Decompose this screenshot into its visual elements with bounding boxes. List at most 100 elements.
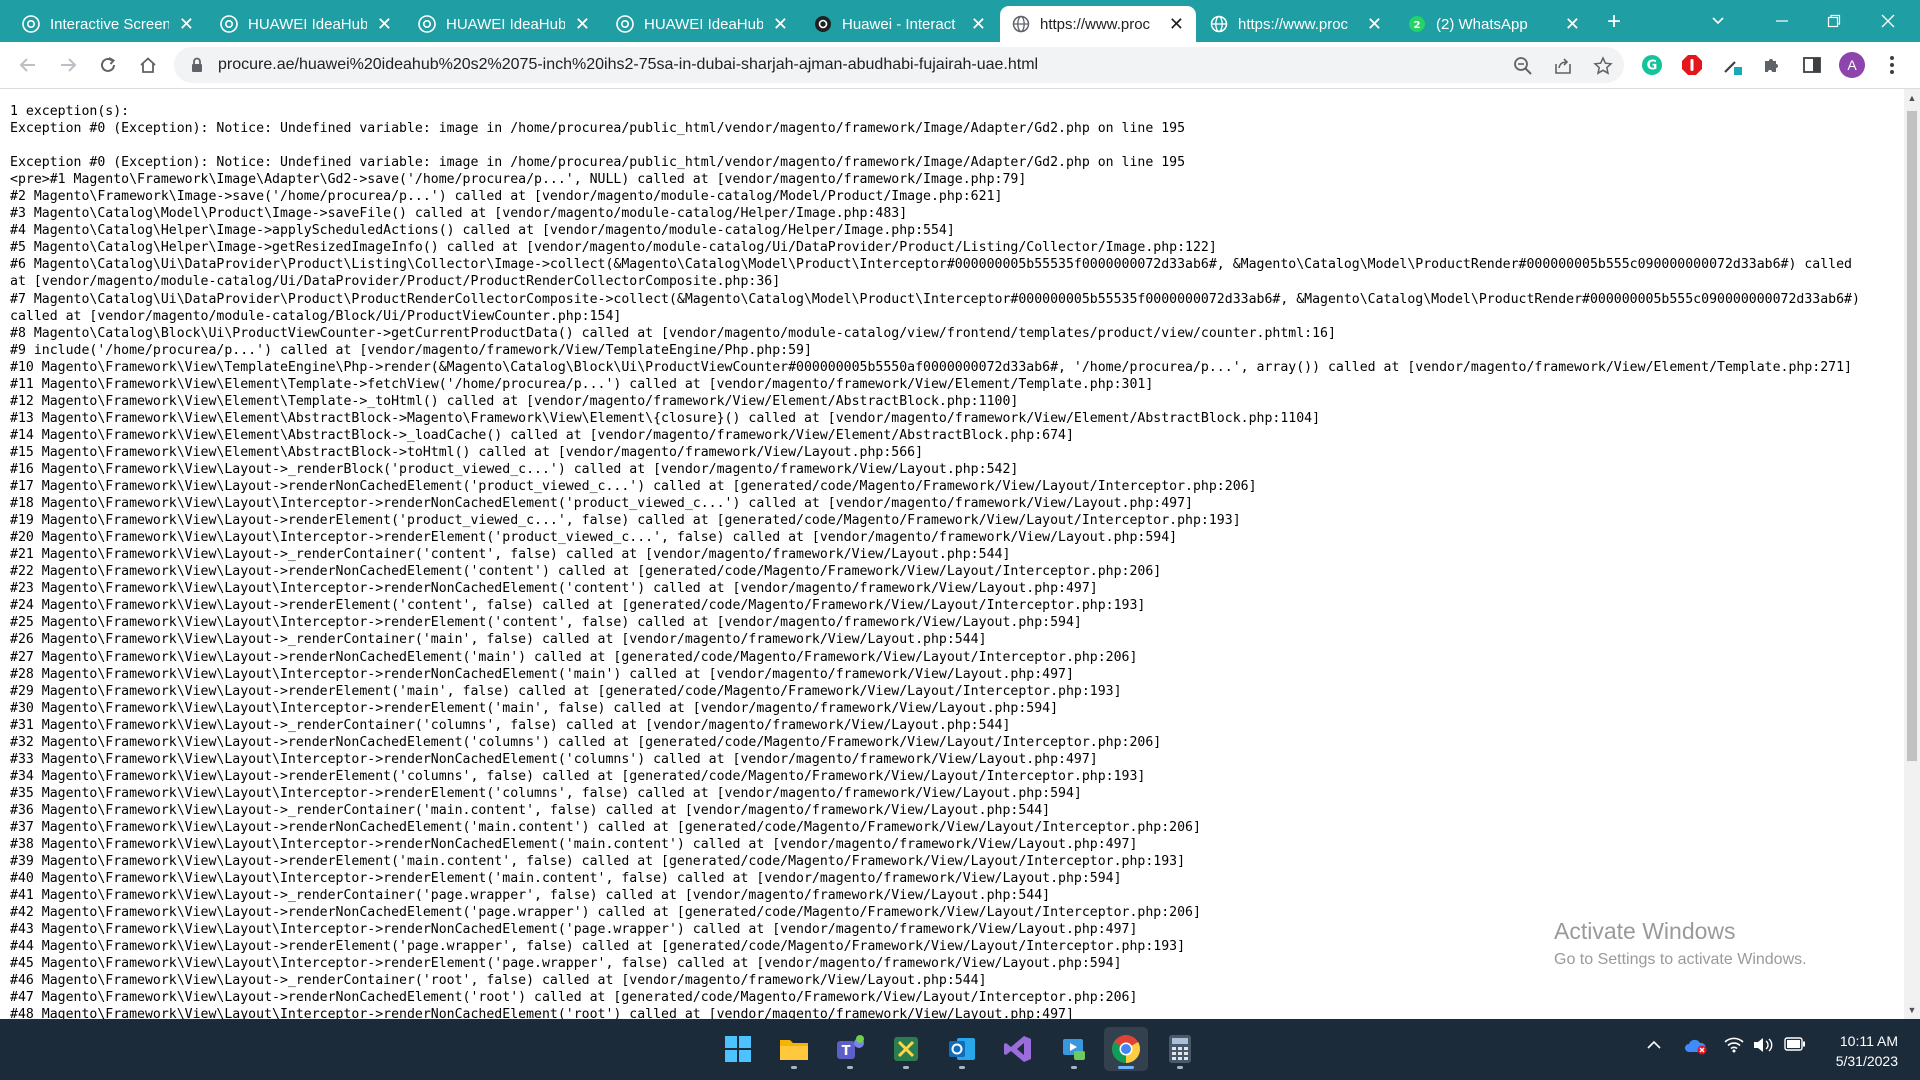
trace-line: #7 Magento\Catalog\Ui\DataProvider\Produ… (10, 291, 1860, 307)
scroll-down-arrow-icon[interactable]: ▼ (1907, 1005, 1917, 1015)
tab-search-icon[interactable] (1692, 0, 1744, 42)
new-tab-button[interactable]: + (1598, 6, 1630, 38)
share-icon[interactable] (1552, 55, 1574, 77)
home-button[interactable] (132, 49, 164, 81)
profile-avatar[interactable]: A (1838, 51, 1866, 79)
svg-text:G: G (1647, 59, 1658, 74)
tab-8[interactable]: 2 (2) WhatsApp ✕ (1396, 6, 1592, 42)
tab-close-icon[interactable]: ✕ (575, 15, 590, 33)
tab-1[interactable]: Interactive Screen ✕ (10, 6, 206, 42)
show-hidden-icons-chevron-icon[interactable] (1646, 1037, 1662, 1058)
trace-line: #18 Magento\Framework\View\Layout\Interc… (10, 496, 1193, 512)
grammarly-icon[interactable]: G (1638, 51, 1666, 79)
scrollbar-thumb[interactable] (1907, 111, 1917, 761)
scroll-up-arrow-icon[interactable]: ▲ (1907, 93, 1917, 103)
trace-line: #36 Magento\Framework\View\Layout->_rend… (10, 802, 1051, 818)
calculator-button[interactable] (1158, 1027, 1202, 1071)
bookmark-star-icon[interactable] (1592, 55, 1614, 77)
tab-title: HUAWEI IdeaHub (446, 15, 565, 33)
trace-line: #19 Magento\Framework\View\Layout->rende… (10, 513, 1241, 529)
battery-icon[interactable] (1784, 1037, 1806, 1056)
tab-6[interactable]: https://www.proc ✕ (1000, 6, 1196, 42)
exception-trace: 1 exception(s): Exception #0 (Exception):… (10, 103, 1860, 1019)
forward-button[interactable] (52, 49, 84, 81)
tab-title: https://www.proc (1040, 15, 1151, 33)
tab-close-icon[interactable]: ✕ (1367, 15, 1382, 33)
file-explorer-button[interactable] (772, 1027, 816, 1071)
globe-icon (1012, 15, 1030, 33)
volume-icon[interactable] (1752, 1037, 1774, 1058)
minimize-icon[interactable] (1756, 0, 1808, 42)
visual-studio-button[interactable] (996, 1027, 1040, 1071)
snip-icon (894, 1037, 918, 1061)
extensions-puzzle-icon[interactable] (1758, 51, 1786, 79)
visual-studio-icon (1004, 1036, 1031, 1062)
menu-kebab-icon[interactable] (1878, 51, 1906, 79)
trace-line: <pre>#1 Magento\Framework\Image\Adapter\… (10, 172, 1027, 188)
trace-line: #46 Magento\Framework\View\Layout->_rend… (10, 973, 987, 989)
outlook-button[interactable] (940, 1027, 984, 1071)
clock-date: 5/31/2023 (1835, 1053, 1898, 1069)
snip-tool-button[interactable] (884, 1027, 928, 1071)
trace-line: #35 Magento\Framework\View\Layout\Interc… (10, 785, 1082, 801)
restore-icon[interactable] (1808, 0, 1860, 42)
chrome-button[interactable] (1104, 1027, 1148, 1071)
vertical-scrollbar[interactable]: ▲ ▼ (1904, 89, 1920, 1019)
trace-line: #22 Magento\Framework\View\Layout->rende… (10, 564, 1162, 580)
trace-line: #8 Magento\Catalog\Block\Ui\ProductViewC… (10, 325, 1336, 341)
trace-line (10, 137, 1860, 154)
tab-4[interactable]: HUAWEI IdeaHub ✕ (604, 6, 800, 42)
trace-line: #33 Magento\Framework\View\Layout\Interc… (10, 751, 1098, 767)
trace-line: #26 Magento\Framework\View\Layout->_rend… (10, 632, 987, 648)
browser-toolbar: procure.ae/huawei%20ideahub%20s2%2075-in… (0, 42, 1920, 89)
close-window-icon[interactable] (1862, 0, 1914, 42)
start-button[interactable] (716, 1027, 760, 1071)
tab-close-icon[interactable]: ✕ (179, 15, 194, 33)
page-content: 1 exception(s): Exception #0 (Exception):… (0, 89, 1920, 1019)
tab-2[interactable]: HUAWEI IdeaHub ✕ (208, 6, 404, 42)
url-text: procure.ae/huawei%20ideahub%20s2%2075-in… (218, 56, 1039, 73)
trace-line: #13 Magento\Framework\View\Element\Abstr… (10, 410, 1321, 426)
trace-line: #10 Magento\Framework\View\TemplateEngin… (10, 359, 1852, 375)
wifi-icon[interactable] (1724, 1037, 1744, 1058)
trace-line: #25 Magento\Framework\View\Layout\Interc… (10, 615, 1082, 631)
trace-line: #38 Magento\Framework\View\Layout\Interc… (10, 837, 1138, 853)
activate-windows-watermark: Activate Windows Go to Settings to activ… (1554, 918, 1807, 969)
tab-7[interactable]: https://www.proc ✕ (1198, 6, 1394, 42)
site-icon (814, 15, 832, 33)
trace-line: #3 Magento\Catalog\Model\Product\Image->… (10, 206, 908, 222)
tab-5[interactable]: Huawei - Interact ✕ (802, 6, 998, 42)
back-button[interactable] (12, 49, 44, 81)
trace-line: #40 Magento\Framework\View\Layout\Interc… (10, 871, 1122, 887)
adblock-icon[interactable] (1678, 51, 1706, 79)
taskbar-clock[interactable]: 10:11 AM 5/31/2023 (1836, 1031, 1898, 1071)
teams-button[interactable]: T (828, 1027, 872, 1071)
chrome-icon (616, 15, 634, 33)
tab-close-icon[interactable]: ✕ (971, 15, 986, 33)
tab-close-icon[interactable]: ✕ (773, 15, 788, 33)
trace-line: #2 Magento\Framework\Image->save('/home/… (10, 189, 1003, 205)
side-panel-icon[interactable] (1798, 51, 1826, 79)
tab-close-icon[interactable]: ✕ (377, 15, 392, 33)
media-icon (1063, 1039, 1085, 1060)
media-player-button[interactable] (1052, 1027, 1096, 1071)
windows-logo-icon (725, 1036, 751, 1062)
tab-close-icon[interactable]: ✕ (1169, 15, 1184, 33)
trace-line: #31 Magento\Framework\View\Layout->_rend… (10, 717, 1011, 733)
trace-line: #27 Magento\Framework\View\Layout->rende… (10, 649, 1138, 665)
watermark-subtitle: Go to Settings to activate Windows. (1554, 951, 1807, 968)
profile-initial: A (1847, 57, 1857, 73)
trace-line: at [vendor/magento/module-catalog/Ui/Dat… (10, 274, 781, 290)
whatsapp-icon: 2 (1408, 15, 1426, 33)
address-bar[interactable]: procure.ae/huawei%20ideahub%20s2%2075-in… (174, 47, 1624, 83)
tab-title: Interactive Screen (50, 15, 169, 33)
tab-3[interactable]: HUAWEI IdeaHub ✕ (406, 6, 602, 42)
lock-icon[interactable] (188, 56, 206, 74)
reload-button[interactable] (92, 49, 124, 81)
zoom-icon[interactable] (1512, 55, 1534, 77)
trace-line: called at [vendor/magento/module-catalog… (10, 308, 622, 324)
trace-line: Exception #0 (Exception): Notice: Undefi… (10, 121, 1186, 137)
tab-close-icon[interactable]: ✕ (1565, 15, 1580, 33)
eyedropper-icon[interactable] (1718, 51, 1746, 79)
cloud-sync-error-icon[interactable] (1684, 1037, 1708, 1060)
